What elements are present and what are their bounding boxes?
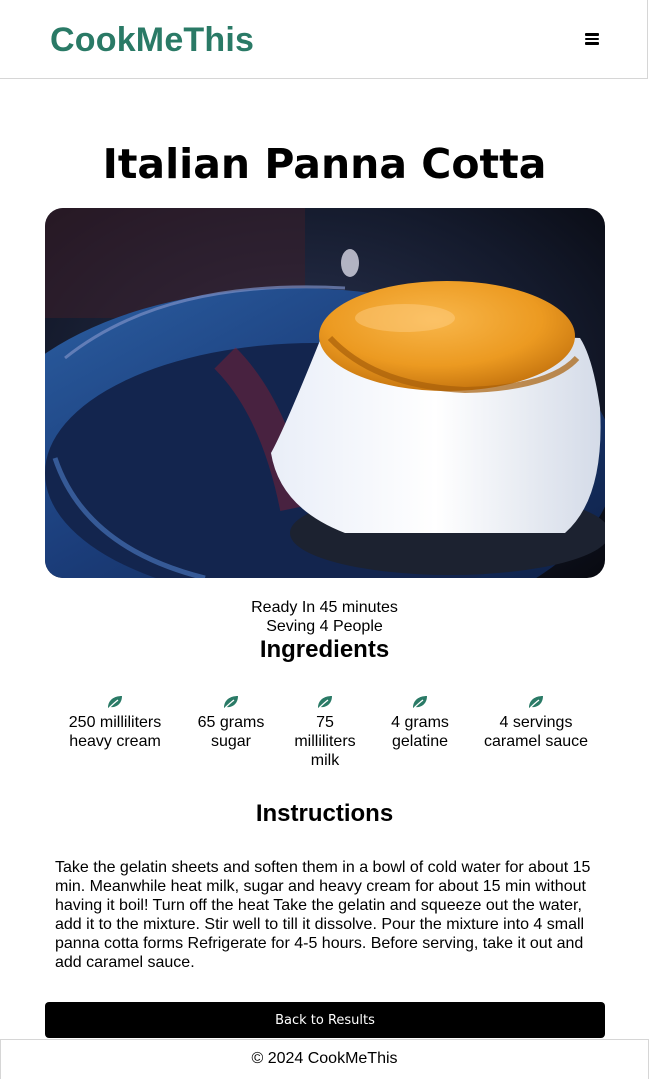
leaf-icon <box>224 696 238 709</box>
menu-bar <box>585 37 599 41</box>
recipe-image <box>45 208 605 578</box>
ingredient-item: 75 milliliters milk <box>290 694 360 770</box>
leaf-icon <box>413 696 427 709</box>
leaf-icon <box>529 696 543 709</box>
instructions-text: Take the gelatin sheets and soften them … <box>55 859 591 971</box>
footer: © 2024 CookMeThis <box>0 1039 649 1079</box>
ingredient-label: 4 servings caramel sauce <box>483 714 589 750</box>
servings: Seving 4 People <box>266 618 383 635</box>
menu-bar <box>585 33 599 36</box>
leaf-icon <box>108 696 122 709</box>
leaf-icon <box>318 696 332 709</box>
brand-logo-link[interactable]: CookMeThis <box>50 20 254 60</box>
navbar: CookMeThis <box>0 0 648 79</box>
hamburger-menu-icon[interactable] <box>585 33 599 45</box>
ingredients-heading: Ingredients <box>259 636 390 663</box>
ingredient-item: 250 milliliters heavy cream <box>62 694 168 751</box>
ingredient-label: 4 grams gelatine <box>391 714 449 750</box>
instructions-heading: Instructions <box>255 800 394 827</box>
ingredient-label: 250 milliliters heavy cream <box>68 714 162 750</box>
ready-time: Ready In 45 minutes <box>251 599 398 616</box>
menu-bar <box>585 42 599 45</box>
ingredient-item: 4 servings caramel sauce <box>478 694 594 751</box>
ingredient-item: 4 grams gelatine <box>385 694 455 751</box>
ingredient-item: 65 grams sugar <box>190 694 272 751</box>
recipe-title: Italian Panna Cotta <box>102 140 547 188</box>
ingredient-label: 65 grams sugar <box>197 714 265 750</box>
back-to-results-button[interactable]: Back to Results <box>45 1002 605 1038</box>
ingredient-label: 75 milliliters milk <box>294 714 356 769</box>
